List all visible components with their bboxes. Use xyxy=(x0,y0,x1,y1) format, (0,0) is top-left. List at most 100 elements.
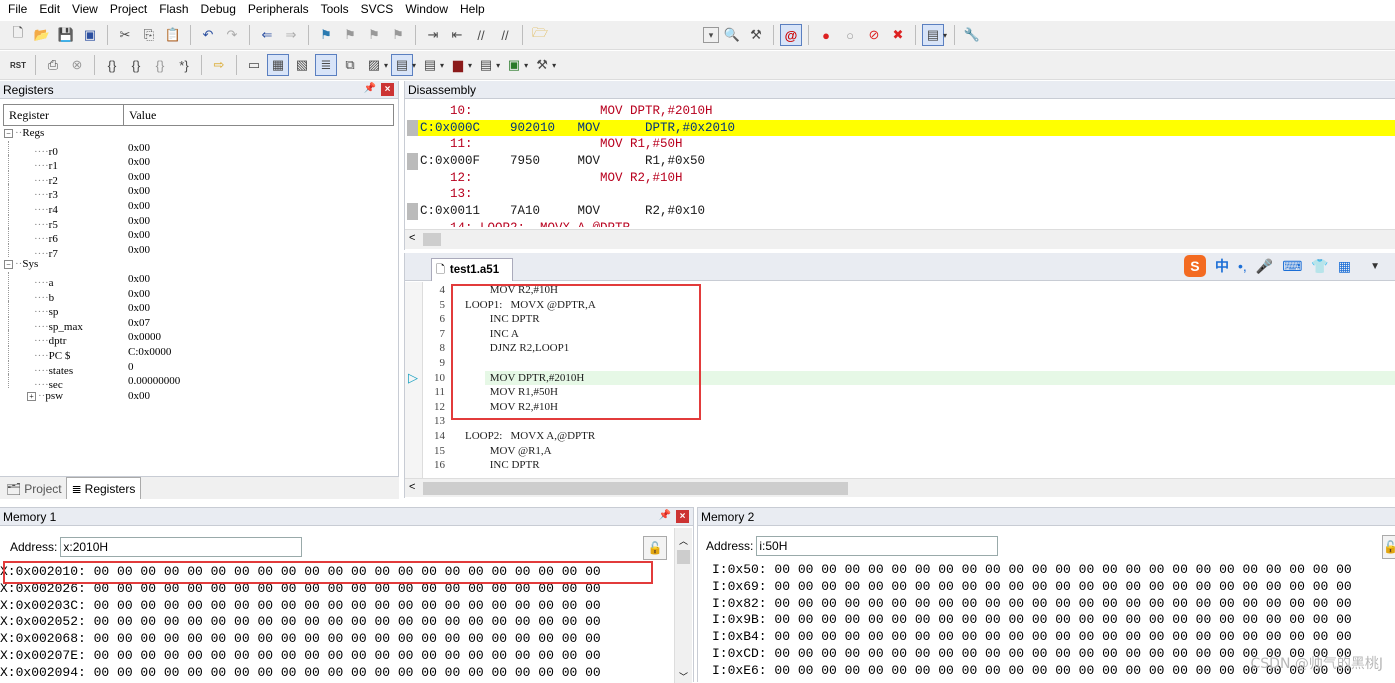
clear-bookmarks-icon[interactable]: ⚑ xyxy=(387,24,409,46)
menu-peripherals[interactable]: Peripherals xyxy=(242,0,315,19)
scroll-down-icon[interactable]: ﹀ xyxy=(679,670,688,683)
disassembly-window-icon[interactable]: ▦ xyxy=(267,54,289,76)
register-row[interactable]: ····r5 0x00 xyxy=(4,213,394,231)
register-row[interactable]: ····sp 0x00 xyxy=(4,301,394,318)
comment-icon[interactable]: // xyxy=(470,24,492,46)
symbols-window-icon[interactable]: ▧ xyxy=(291,54,313,76)
pin-icon[interactable]: 📌 xyxy=(659,510,671,521)
tools-icon[interactable]: ⚒ xyxy=(531,54,553,76)
breakpoint-gutter[interactable]: ▷ xyxy=(405,282,423,478)
kill-breakpoints-icon[interactable]: ✖ xyxy=(887,24,909,46)
stop-icon[interactable]: ⊗ xyxy=(66,54,88,76)
enable-breakpoint-icon[interactable]: ○ xyxy=(839,24,861,46)
register-row[interactable]: ····r2 0x00 xyxy=(4,169,394,187)
memory-row[interactable]: X:0x00203C: 00 00 00 00 00 00 00 00 00 0… xyxy=(0,598,672,615)
keyboard-icon[interactable]: ⌨ xyxy=(1282,258,1302,275)
lock-icon[interactable]: 🔓 xyxy=(643,536,667,560)
memory-row[interactable]: X:0x002094: 00 00 00 00 00 00 00 00 00 0… xyxy=(0,665,672,682)
disassembly-line-current[interactable]: C:0x000C 902010 MOV DPTR,#0x2010 xyxy=(407,119,1395,137)
register-row[interactable]: ····sp_max 0x07 xyxy=(4,315,394,333)
step-into-icon[interactable]: {} xyxy=(101,54,123,76)
call-stack-icon[interactable]: ⧉ xyxy=(339,54,361,76)
memory-window-icon[interactable]: ▤ xyxy=(391,54,414,76)
editor-hscrollbar[interactable]: < xyxy=(405,478,1395,497)
window-layout-icon[interactable]: ▤ xyxy=(922,24,944,46)
punctuation-icon[interactable]: •, xyxy=(1238,258,1247,274)
register-row[interactable]: ····r7 0x00 xyxy=(4,242,394,260)
indent-icon[interactable]: ⇥ xyxy=(422,24,444,46)
memory-row[interactable]: I:0x69: 00 00 00 00 00 00 00 00 00 00 00… xyxy=(712,579,1395,596)
uncomment-icon[interactable]: // xyxy=(494,24,516,46)
show-next-statement-icon[interactable]: ⇨ xyxy=(208,54,230,76)
menu-svcs[interactable]: SVCS xyxy=(355,0,400,19)
watch-window-icon[interactable]: ▨ xyxy=(363,54,385,76)
memory-row[interactable]: I:0xB4: 00 00 00 00 00 00 00 00 00 00 00… xyxy=(712,629,1395,646)
memory-row[interactable]: X:0x00207E: 00 00 00 00 00 00 00 00 00 0… xyxy=(0,648,672,665)
registers-window-icon[interactable]: ≣ xyxy=(315,54,337,76)
find-in-files-icon[interactable]: 🗁 xyxy=(529,24,551,46)
toolbox-icon[interactable]: ▣ xyxy=(503,54,525,76)
value-column-header[interactable]: Value xyxy=(124,105,156,125)
menu-debug[interactable]: Debug xyxy=(195,0,242,19)
open-folder-icon[interactable]: 📂 xyxy=(31,24,53,46)
bookmark-icon[interactable]: ⚑ xyxy=(315,24,337,46)
disassembly-source-line[interactable]: 11: MOV R1,#50H xyxy=(407,136,1395,153)
code-line[interactable]: 14 LOOP2: MOVX A,@DPTR xyxy=(423,429,1395,444)
disassembly-listing[interactable]: 10: MOV DPTR,#2010H C:0x000C 902010 MOV D… xyxy=(407,103,1395,227)
unindent-icon[interactable]: ⇤ xyxy=(446,24,468,46)
menu-view[interactable]: View xyxy=(66,0,104,19)
lock-icon[interactable]: 🔓 xyxy=(1382,535,1395,559)
paste-icon[interactable]: 📋 xyxy=(162,24,184,46)
code-line[interactable]: 15 MOV @R1,A xyxy=(423,444,1395,459)
collapse-icon[interactable]: − xyxy=(4,129,13,138)
code-line[interactable]: 16 INC DPTR xyxy=(423,458,1395,473)
disable-breakpoints-icon[interactable]: ⊘ xyxy=(863,24,885,46)
register-row[interactable]: ····r4 0x00 xyxy=(4,198,394,216)
navigate-forward-icon[interactable]: ⇒ xyxy=(280,24,302,46)
microphone-icon[interactable]: 🎤 xyxy=(1256,258,1273,275)
register-row[interactable]: ····a 0x00 xyxy=(4,271,394,289)
insert-breakpoint-icon[interactable]: ● xyxy=(815,24,837,46)
register-row[interactable]: ····b 0x00 xyxy=(4,286,394,304)
memory-row[interactable]: I:0x82: 00 00 00 00 00 00 00 00 00 00 00… xyxy=(712,596,1395,613)
run-to-cursor-icon[interactable]: *} xyxy=(173,54,195,76)
register-row[interactable]: ····dptr 0x0000 xyxy=(4,330,394,347)
debug-session-icon[interactable]: @ xyxy=(780,24,802,46)
register-row[interactable]: ····r3 0x00 xyxy=(4,184,394,201)
disassembly-line[interactable]: C:0x0011 7A10 MOV R2,#0x10 xyxy=(407,203,1395,220)
navigate-back-icon[interactable]: ⇐ xyxy=(256,24,278,46)
sogou-icon[interactable]: S xyxy=(1183,255,1206,277)
command-window-icon[interactable]: ▭ xyxy=(243,54,265,76)
incremental-find-icon[interactable]: ⚒ xyxy=(745,24,767,46)
chevron-down-icon[interactable]: ▼ xyxy=(1370,261,1380,272)
memory-row[interactable]: X:0x002068: 00 00 00 00 00 00 00 00 00 0… xyxy=(0,631,672,648)
disassembly-source-line[interactable]: 10: MOV DPTR,#2010H xyxy=(407,103,1395,120)
step-out-icon[interactable]: {} xyxy=(149,54,171,76)
expand-icon[interactable]: + xyxy=(27,391,36,401)
register-row[interactable]: ····sec 0.00000000 xyxy=(4,374,394,391)
scroll-left-icon[interactable]: < xyxy=(409,232,415,244)
memory-row[interactable]: I:0x50: 00 00 00 00 00 00 00 00 00 00 00… xyxy=(712,562,1395,579)
run-icon[interactable]: ⎙ xyxy=(42,54,64,76)
close-icon[interactable]: × xyxy=(381,83,394,96)
tab-project[interactable]: 🗂 Project xyxy=(2,479,66,499)
scroll-thumb[interactable] xyxy=(423,233,441,246)
menu-flash[interactable]: Flash xyxy=(153,0,194,19)
scroll-thumb[interactable] xyxy=(677,550,690,564)
address-input[interactable] xyxy=(756,536,999,556)
serial-window-icon[interactable]: ▤ xyxy=(419,54,441,76)
find-icon[interactable]: 🔍 xyxy=(721,24,743,46)
undo-icon[interactable]: ↶ xyxy=(197,24,219,46)
system-viewer-icon[interactable]: ▤ xyxy=(475,54,497,76)
collapse-icon[interactable]: − xyxy=(4,260,13,270)
save-all-icon[interactable]: ▣ xyxy=(79,24,101,46)
register-group[interactable]: − ··Sys xyxy=(4,257,394,272)
menu-tools[interactable]: Tools xyxy=(315,0,355,19)
register-row[interactable]: ····r0 0x00 xyxy=(4,140,394,158)
menu-file[interactable]: File xyxy=(2,0,33,19)
skin-icon[interactable]: 👕 xyxy=(1311,258,1328,275)
prev-bookmark-icon[interactable]: ⚑ xyxy=(339,24,361,46)
menu-project[interactable]: Project xyxy=(104,0,153,19)
scroll-thumb[interactable] xyxy=(423,482,848,495)
register-row[interactable]: + ··psw 0x00 xyxy=(4,389,394,404)
